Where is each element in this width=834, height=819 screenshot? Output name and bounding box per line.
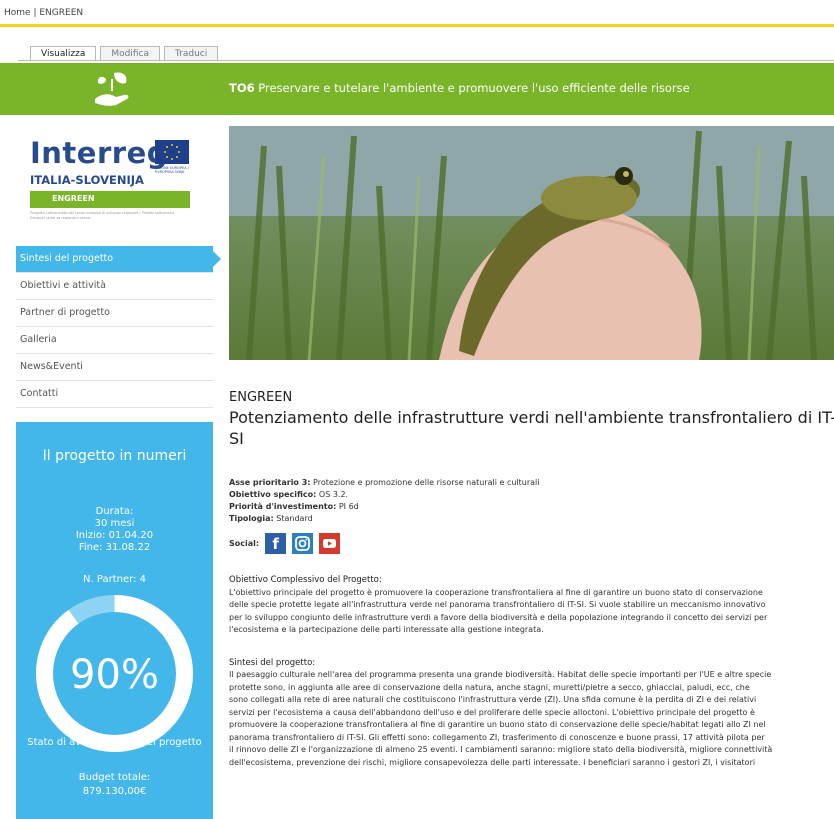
- tab-visualizza[interactable]: Visualizza: [30, 46, 97, 61]
- sidebar-item-contatti[interactable]: Contatti: [16, 381, 213, 408]
- meta-asse: Asse prioritario 3: Protezione e promozi…: [229, 477, 834, 489]
- meta-tipologia: Tipologia: Standard: [229, 513, 834, 525]
- sidebar-nav: Sintesi del progetto Obiettivi e attivit…: [16, 246, 221, 408]
- meta-tipologia-value: Standard: [276, 514, 313, 523]
- summary-line: servizi per l'ecosistema a causa dell'ab…: [229, 707, 755, 717]
- social-label: Social:: [229, 539, 260, 548]
- meta-tipologia-label: Tipologia:: [229, 514, 274, 523]
- sidebar-item-partner[interactable]: Partner di progetto: [16, 300, 213, 327]
- summary-line: protette sono, in aggiunta alle aree di …: [229, 682, 750, 692]
- project-meta: Asse prioritario 3: Protezione e promozi…: [229, 477, 834, 525]
- objective-line: per lo sviluppo congiunto delle infrastr…: [229, 612, 768, 622]
- header-accent-line: [0, 24, 834, 27]
- stats-duration: Durata: 30 mesi Inizio: 01.04.20 Fine: 3…: [16, 506, 213, 554]
- summary-heading: Sintesi del progetto:: [229, 657, 316, 668]
- sidebar-item-news[interactable]: News&Eventi: [16, 354, 213, 381]
- page-title: Potenziamento delle infrastrutture verdi…: [229, 408, 834, 448]
- stats-heading: Il progetto in numeri: [42, 448, 187, 464]
- tabs-divider: [18, 60, 834, 61]
- progress-percent: 90%: [70, 652, 159, 698]
- eu-label: UNIONE EUROPEA / EVROPSKA UNIJA: [155, 166, 189, 174]
- objective-section: Obiettivo Complessivo del Progetto: L'ob…: [229, 574, 834, 637]
- objective-heading: Obiettivo Complessivo del Progetto:: [229, 575, 382, 585]
- sidebar-item-sintesi[interactable]: Sintesi del progetto: [16, 246, 221, 273]
- project-name: ENGREEN: [229, 390, 293, 405]
- hand-leaf-icon: [95, 72, 129, 106]
- interreg-logo[interactable]: Interreg UNIONE EUROPEA / EVROPSKA UNIJA…: [22, 136, 194, 232]
- sidebar-item-obiettivi[interactable]: Obiettivi e attività: [16, 273, 213, 300]
- summary-section: Sintesi del progetto: Il paesaggio cultu…: [229, 657, 834, 770]
- progress-label: Stato di avanzamento del progetto: [27, 737, 202, 748]
- frog-photo-illustration: [229, 126, 834, 360]
- hero-photo: [229, 126, 834, 360]
- meta-asse-value: Protezione e promozione delle risorse na…: [313, 478, 540, 487]
- meta-priorita-value: PI 6d: [338, 502, 359, 511]
- breadcrumb-current: ENGREEN: [39, 8, 84, 18]
- summary-line: il rinnovo delle ZI e l'organizzazione d…: [229, 745, 773, 754]
- youtube-icon[interactable]: [319, 533, 341, 554]
- meta-priorita-label: Priorità d'investimento:: [229, 502, 337, 511]
- logo-title: Interreg: [30, 136, 168, 170]
- budget-value: 879.130,00€: [82, 786, 147, 797]
- summary-line: sono collegati alla rete di aree natural…: [229, 695, 757, 704]
- main-content: ENGREEN Potenziamento delle infrastruttu…: [229, 390, 834, 769]
- logo-subtitle: ITALIA-SLOVENIJA: [30, 173, 144, 187]
- breadcrumb-separator: |: [33, 8, 37, 18]
- logo-project-name: ENGREEN: [52, 194, 95, 203]
- breadcrumb: Home | ENGREEN: [4, 8, 83, 18]
- meta-obiettivo-value: OS 3.2.: [318, 490, 349, 499]
- tab-modifica[interactable]: Modifica: [100, 46, 160, 61]
- partner-count: N. Partner: 4: [83, 574, 146, 585]
- end-date: Fine: 31.08.22: [78, 542, 151, 553]
- meta-obiettivo: Obiettivo specifico: OS 3.2.: [229, 489, 834, 501]
- summary-line: promuovere la cooperazione transfrontali…: [229, 720, 766, 729]
- summary-line: dell'ecosistema, prevenzione dei rischi,…: [229, 757, 756, 767]
- meta-obiettivo-label: Obiettivo specifico:: [229, 490, 317, 499]
- thematic-text: Preservare e tutelare l'ambiente e promu…: [258, 81, 690, 95]
- objective-line: L'obiettivo principale del progetto è pr…: [229, 587, 763, 597]
- facebook-icon[interactable]: f: [265, 533, 287, 554]
- tab-traduci[interactable]: Traduci: [163, 46, 219, 61]
- budget-label: Budget totale:: [78, 772, 151, 783]
- thematic-banner: TO6 Preservare e tutelare l'ambiente e p…: [0, 63, 834, 115]
- admin-tabs: Visualizza Modifica Traduci: [30, 46, 219, 61]
- objective-line: delle specie protette legate all'infrast…: [229, 600, 766, 609]
- meta-priorita: Priorità d'investimento: PI 6d: [229, 501, 834, 513]
- sidebar-item-galleria[interactable]: Galleria: [16, 327, 213, 354]
- breadcrumb-home[interactable]: Home: [4, 8, 31, 18]
- eu-flag-icon: [155, 140, 189, 164]
- start-date: Inizio: 01.04.20: [75, 530, 154, 541]
- objective-line: l'ecosistema e la partecipazione delle p…: [229, 625, 544, 634]
- summary-line: panorama transfrontaliero di IT-SI. Gli …: [229, 732, 765, 742]
- logo-cofinance-note: Progetto cofinanziato dal Fondo europeo …: [30, 211, 175, 220]
- social-links: Social: f: [229, 533, 834, 554]
- thematic-code: TO6: [229, 81, 255, 95]
- logo-project-band: ENGREEN: [30, 191, 190, 208]
- summary-line: Il paesaggio culturale nell'area del pro…: [229, 670, 772, 679]
- project-stats-panel: Il progetto in numeri Durata: 30 mesi In…: [16, 422, 213, 819]
- thematic-objective: TO6 Preservare e tutelare l'ambiente e p…: [229, 81, 690, 95]
- durata-value: 30 mesi: [94, 518, 135, 529]
- meta-asse-label: Asse prioritario 3:: [229, 478, 311, 487]
- durata-label: Durata:: [95, 506, 134, 517]
- instagram-icon[interactable]: [292, 533, 314, 554]
